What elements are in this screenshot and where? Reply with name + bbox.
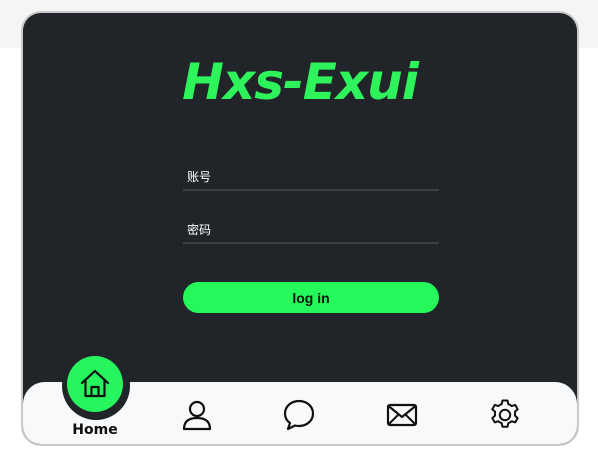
login-button[interactable]: log in	[183, 282, 439, 313]
home-icon	[80, 369, 110, 398]
user-icon	[182, 400, 212, 431]
chat-bubble-icon	[283, 399, 315, 431]
nav-item-settings[interactable]	[475, 382, 535, 444]
password-field-wrapper	[183, 218, 439, 244]
gear-icon	[491, 399, 519, 428]
login-card: Hxs-Exui log in	[21, 11, 579, 446]
nav-item-mail[interactable]	[372, 382, 432, 444]
account-input[interactable]	[183, 165, 439, 189]
app-title: Hxs-Exui	[182, 53, 419, 111]
nav-item-home[interactable]	[67, 356, 123, 412]
mail-icon	[386, 403, 418, 427]
password-input[interactable]	[183, 218, 439, 242]
nav-item-profile[interactable]	[167, 382, 227, 444]
nav-home-label: Home	[72, 422, 118, 438]
account-field-wrapper	[183, 165, 439, 191]
nav-item-messages[interactable]	[269, 382, 329, 444]
